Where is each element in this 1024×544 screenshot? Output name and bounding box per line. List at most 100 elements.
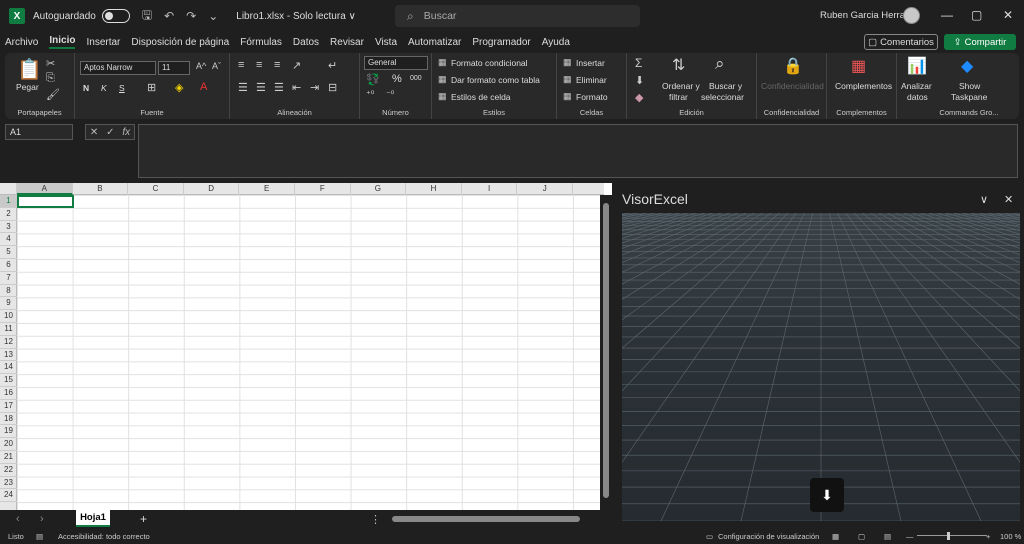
row-header[interactable]: 8 xyxy=(0,285,17,298)
page-break-icon[interactable]: ▤ xyxy=(884,532,891,541)
user-name[interactable]: Ruben Garcia Herranz xyxy=(820,10,915,21)
show-taskpane-label-2[interactable]: Taskpane xyxy=(951,92,987,102)
paste-button[interactable]: Pegar xyxy=(16,82,39,92)
vertical-scrollbar[interactable] xyxy=(600,195,612,510)
row-header[interactable]: 16 xyxy=(0,387,17,400)
comments-button[interactable]: ▢ Comentarios xyxy=(864,34,938,50)
format-cells-button[interactable]: Formato xyxy=(576,92,608,102)
row-header[interactable]: 14 xyxy=(0,361,17,375)
zoom-slider-thumb[interactable] xyxy=(947,532,950,540)
analyze-data-label-2[interactable]: datos xyxy=(907,92,928,102)
cell-styles-button[interactable]: Estilos de celda xyxy=(451,92,511,102)
formula-input[interactable] xyxy=(138,124,1018,178)
italic-button[interactable]: K xyxy=(101,83,107,93)
show-taskpane-icon[interactable]: ◆ xyxy=(961,56,973,76)
addins-button[interactable]: Complementos xyxy=(835,81,892,91)
add-sheet-button[interactable]: + xyxy=(140,512,147,526)
row-header[interactable]: 3 xyxy=(0,221,17,234)
row-header[interactable]: 5 xyxy=(0,246,17,259)
autosave-toggle[interactable] xyxy=(101,9,130,23)
zoom-in-icon[interactable]: + xyxy=(986,532,990,541)
cut-icon[interactable]: ✂ xyxy=(46,57,55,70)
search-input[interactable]: ⌕ Buscar xyxy=(395,5,640,27)
align-right-icon[interactable]: ☰ xyxy=(274,81,284,94)
font-color-icon[interactable]: A xyxy=(200,81,207,93)
row-header[interactable]: 22 xyxy=(0,464,17,477)
share-button[interactable]: ⇪ Compartir xyxy=(944,34,1016,50)
column-header[interactable]: B xyxy=(73,183,129,195)
format-table-button[interactable]: Dar formato como tabla xyxy=(451,75,540,85)
3d-viewport[interactable]: ⬇ xyxy=(622,213,1020,521)
row-header[interactable]: 11 xyxy=(0,323,17,336)
fill-icon[interactable]: ⬇ xyxy=(635,74,644,87)
ribbon-tab[interactable]: Archivo xyxy=(5,37,38,48)
file-name[interactable]: Libro1.xlsx - Solo lectura ∨ xyxy=(236,11,356,22)
scroll-thumb[interactable] xyxy=(603,203,609,498)
row-header[interactable]: 1 xyxy=(0,195,17,208)
align-top-icon[interactable]: ≡ xyxy=(238,59,244,71)
display-settings[interactable]: Configuración de visualización xyxy=(718,532,819,541)
percent-button[interactable]: % xyxy=(392,73,402,85)
close-pane-icon[interactable]: ✕ xyxy=(1004,193,1013,206)
decrease-indent-icon[interactable]: ⇤ xyxy=(292,81,301,94)
sheet-tab[interactable]: Hoja1 xyxy=(76,510,110,527)
column-header[interactable]: C xyxy=(128,183,184,195)
cell-grid[interactable] xyxy=(17,195,600,510)
customize-qat-icon[interactable]: ⌄ xyxy=(208,9,218,23)
zoom-level[interactable]: 100 % xyxy=(1000,532,1021,541)
close-button[interactable]: ✕ xyxy=(1003,8,1013,22)
column-header[interactable]: G xyxy=(351,183,407,195)
sort-filter-icon[interactable]: ⇅ xyxy=(672,55,685,75)
zoom-slider[interactable] xyxy=(917,535,987,536)
next-sheet-icon[interactable]: › xyxy=(40,513,44,525)
autosum-icon[interactable]: Σ xyxy=(635,56,642,70)
fill-color-icon[interactable]: ◈ xyxy=(175,81,183,94)
column-header[interactable]: E xyxy=(239,183,295,195)
row-header[interactable]: 23 xyxy=(0,477,17,490)
column-header[interactable]: F xyxy=(295,183,351,195)
active-cell[interactable] xyxy=(17,195,74,208)
increase-indent-icon[interactable]: ⇥ xyxy=(310,81,319,94)
ribbon-tab[interactable]: Revisar xyxy=(330,37,364,48)
row-header[interactable]: 13 xyxy=(0,349,17,362)
align-left-icon[interactable]: ☰ xyxy=(238,81,248,94)
more-icon[interactable]: ⋮ xyxy=(370,513,381,526)
row-header[interactable]: 10 xyxy=(0,310,17,323)
column-header[interactable]: A xyxy=(17,183,73,195)
row-header[interactable]: 6 xyxy=(0,259,17,272)
analyze-data-icon[interactable]: 📊 xyxy=(907,56,927,76)
row-header[interactable]: 12 xyxy=(0,336,17,349)
font-name-select[interactable]: Aptos Narrow xyxy=(80,61,156,75)
bold-button[interactable]: N xyxy=(83,83,89,93)
zoom-out-icon[interactable]: — xyxy=(906,532,914,541)
show-taskpane-label-1[interactable]: Show xyxy=(959,81,980,91)
accessibility-status[interactable]: Accesibilidad: todo correcto xyxy=(58,532,150,541)
delete-cells-button[interactable]: Eliminar xyxy=(576,75,607,85)
row-header[interactable]: 2 xyxy=(0,208,17,221)
column-header[interactable]: H xyxy=(406,183,462,195)
column-header[interactable]: I xyxy=(462,183,518,195)
orientation-icon[interactable]: ↗ xyxy=(292,59,301,72)
thousands-button[interactable]: 000 xyxy=(410,75,422,82)
row-header[interactable]: 4 xyxy=(0,233,17,247)
normal-view-icon[interactable]: ▦ xyxy=(832,532,839,541)
find-select-label-1[interactable]: Buscar y xyxy=(709,81,742,91)
download-button[interactable]: ⬇ xyxy=(810,478,844,512)
row-header[interactable]: 24 xyxy=(0,489,17,503)
align-middle-icon[interactable]: ≡ xyxy=(256,59,262,71)
ribbon-tab[interactable]: Fórmulas xyxy=(240,37,282,48)
avatar[interactable] xyxy=(903,7,920,24)
undo-icon[interactable]: ↶ xyxy=(164,9,174,23)
page-layout-icon[interactable]: ▢ xyxy=(858,532,865,541)
ribbon-tab[interactable]: Inicio xyxy=(49,35,76,49)
ribbon-tab[interactable]: Programador xyxy=(472,37,530,48)
clear-icon[interactable]: ◆ xyxy=(635,91,643,104)
ribbon-tab[interactable]: Automatizar xyxy=(408,37,461,48)
font-size-select[interactable]: 11 xyxy=(158,61,190,75)
name-box[interactable]: A1 xyxy=(5,124,73,140)
find-select-icon[interactable]: ⌕ xyxy=(715,54,725,74)
row-header[interactable]: 18 xyxy=(0,413,17,426)
sort-filter-label-2[interactable]: filtrar xyxy=(669,92,688,102)
find-select-label-2[interactable]: seleccionar xyxy=(701,92,744,102)
redo-icon[interactable]: ↷ xyxy=(186,9,196,23)
